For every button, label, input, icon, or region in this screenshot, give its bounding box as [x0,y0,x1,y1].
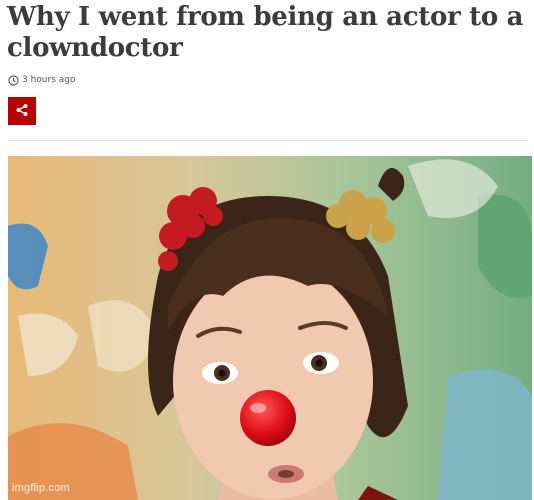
share-icon [15,103,29,120]
article-meta: 3 hours ago [8,73,76,87]
article-headline: Why I went from being an actor to a clow… [7,2,524,63]
divider [8,140,528,141]
article-photo: imgflip.com [8,156,532,500]
watermark: imgflip.com [12,482,70,494]
share-button[interactable] [8,97,36,125]
clock-icon [8,74,19,86]
timestamp: 3 hours ago [22,75,76,85]
